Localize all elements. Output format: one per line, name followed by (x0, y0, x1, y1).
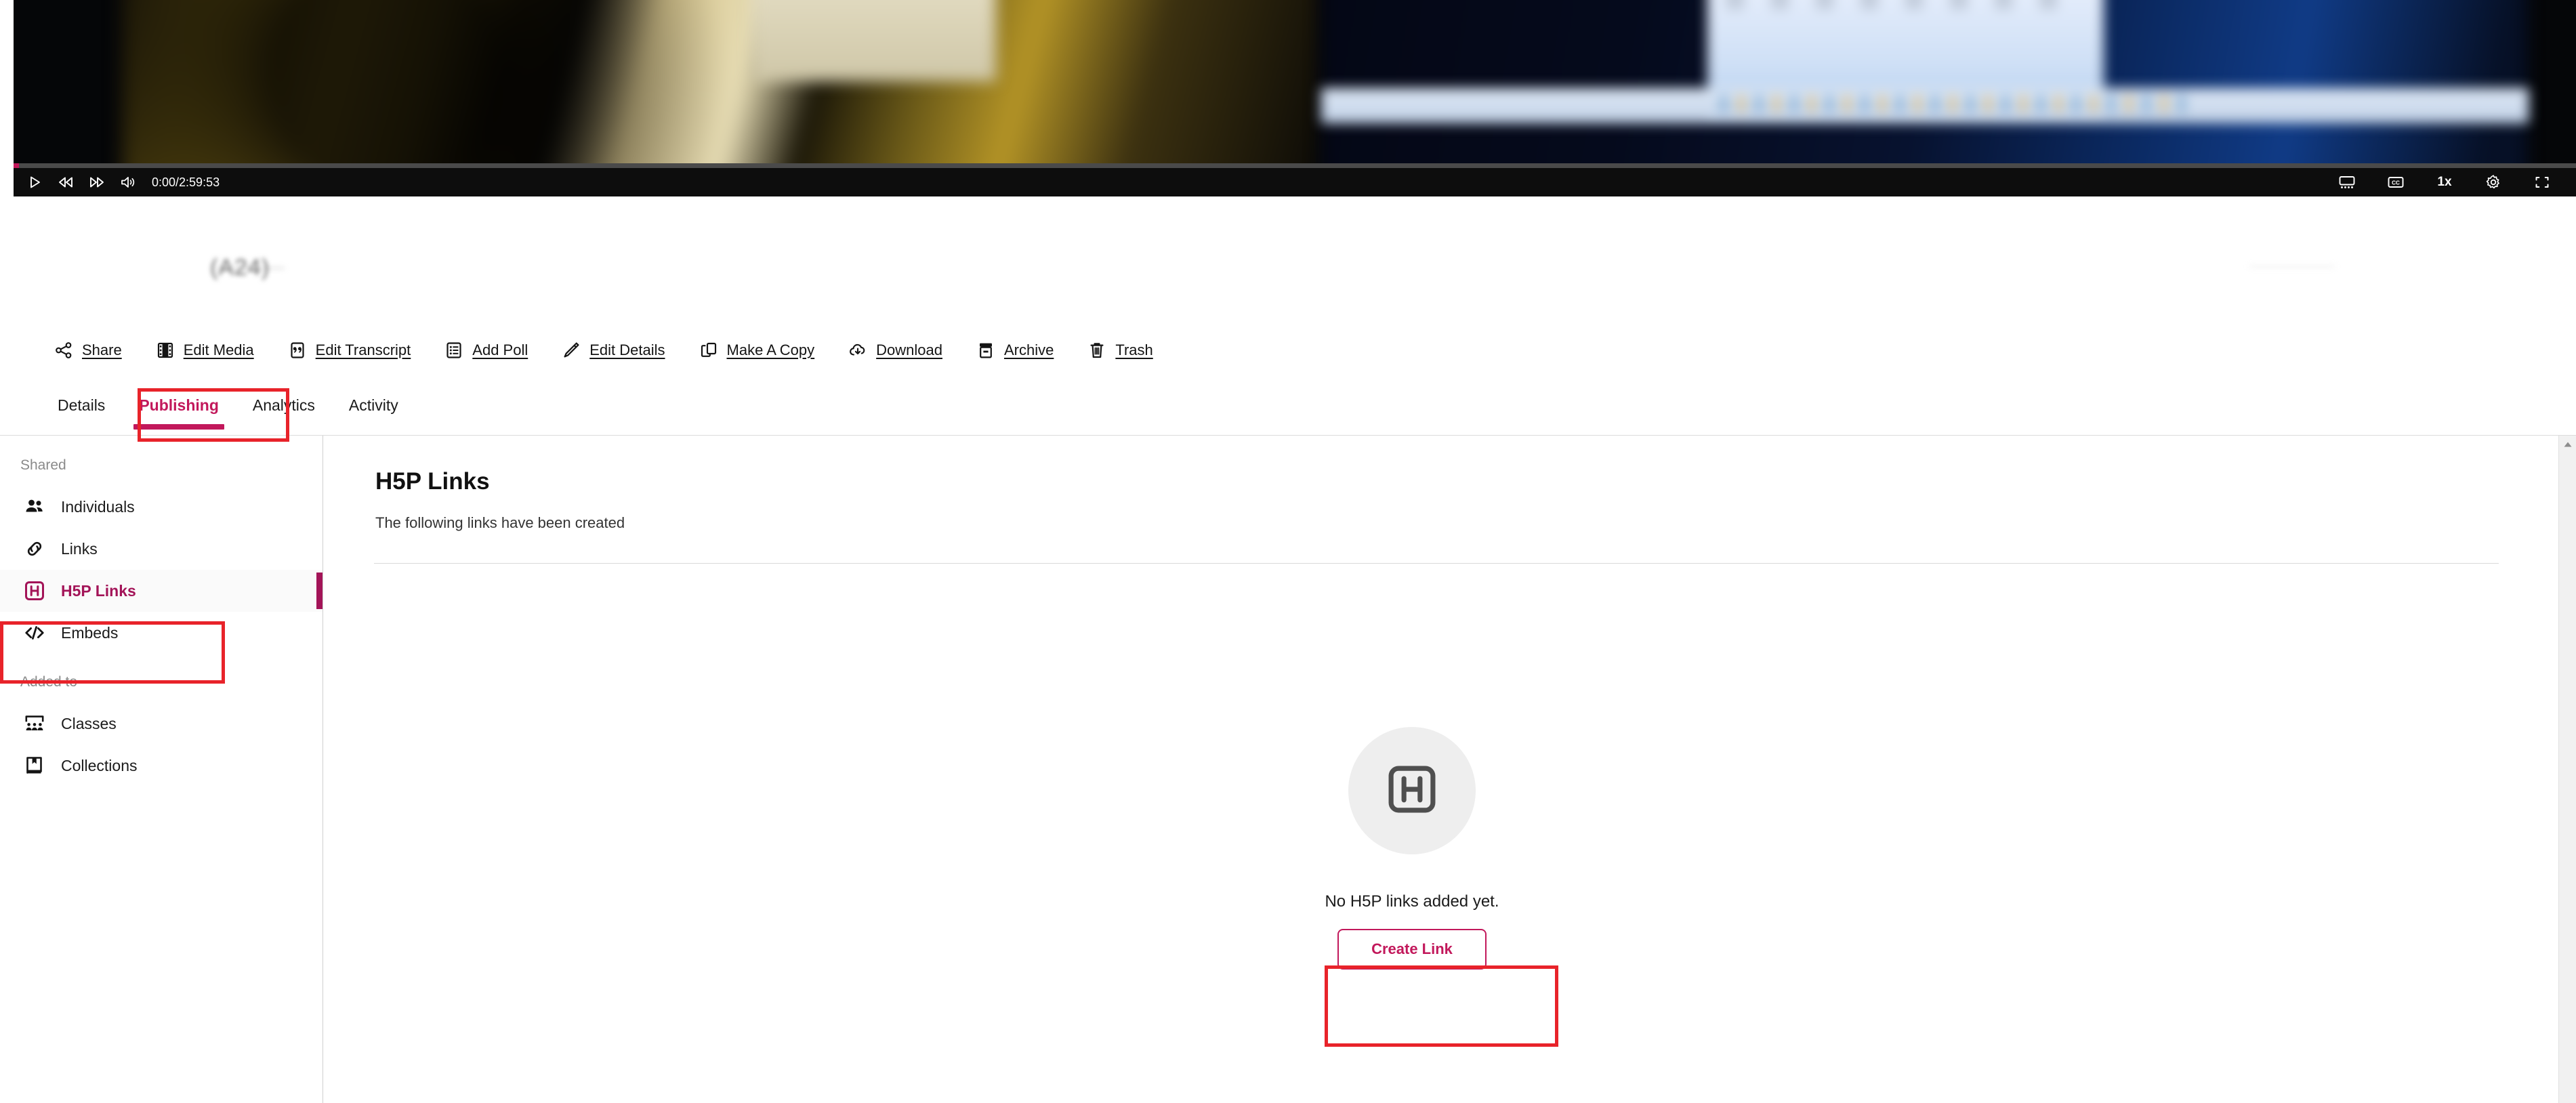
fast-forward-icon[interactable] (81, 168, 112, 196)
publishing-panel: Shared Individuals Links (0, 436, 2576, 1103)
pencil-icon (562, 341, 581, 360)
edit-transcript-label: Edit Transcript (316, 341, 411, 359)
tab-analytics[interactable]: Analytics (253, 390, 315, 430)
tab-publishing[interactable]: Publishing (139, 390, 219, 430)
video-scene-left (122, 0, 1321, 168)
cloud-download-icon (848, 341, 867, 360)
media-title-redacted-meta: ——————— (2249, 259, 2335, 273)
archive-label: Archive (1004, 341, 1054, 359)
video-progress-fill (14, 163, 19, 168)
sidebar-item-collections-label: Collections (61, 757, 138, 775)
play-icon[interactable] (19, 168, 50, 196)
book-bookmark-icon (23, 754, 46, 777)
video-controls-right: CC 1x (2323, 168, 2576, 196)
page-subtitle: The following links have been created (375, 514, 625, 532)
sidebar-item-h5p-links-label: H5P Links (61, 582, 136, 600)
share-button[interactable]: Share (54, 341, 122, 360)
empty-state: No H5P links added yet. Create Link (324, 727, 2500, 970)
quote-icon (288, 341, 307, 360)
video-player[interactable]: 0:00/2:59:53 CC 1x (14, 0, 2576, 196)
video-time-display: 0:00/2:59:53 (152, 175, 220, 190)
create-link-button[interactable]: Create Link (1337, 929, 1487, 970)
content-divider (374, 563, 2499, 564)
sidebar-item-classes[interactable]: Classes (0, 703, 323, 745)
page-title: H5P Links (375, 468, 490, 495)
publishing-sidebar: Shared Individuals Links (0, 436, 323, 1103)
add-poll-button[interactable]: Add Poll (444, 341, 528, 360)
sidebar-item-embeds-label: Embeds (61, 624, 118, 642)
classroom-icon (23, 712, 46, 735)
volume-icon[interactable] (112, 168, 144, 196)
video-controls-bar: 0:00/2:59:53 CC 1x (14, 168, 2576, 196)
video-scene-monitor (752, 0, 996, 81)
tab-activity[interactable]: Activity (349, 390, 398, 430)
download-button[interactable]: Download (848, 341, 942, 360)
add-poll-label: Add Poll (472, 341, 528, 359)
sidebar-group-shared-label: Shared (0, 436, 323, 474)
slides-icon[interactable] (2323, 168, 2371, 196)
h5p-icon (23, 579, 46, 602)
fullscreen-icon[interactable] (2518, 168, 2567, 196)
tab-bar: Details Publishing Analytics Activity (0, 390, 2576, 436)
sidebar-item-individuals-label: Individuals (61, 498, 135, 516)
make-a-copy-button[interactable]: Make A Copy (699, 341, 815, 360)
playback-speed-label: 1x (2437, 175, 2451, 190)
edit-media-label: Edit Media (184, 341, 254, 359)
download-label: Download (876, 341, 942, 359)
sidebar-group-added-label: Added to (0, 654, 323, 690)
playback-speed-button[interactable]: 1x (2420, 168, 2469, 196)
sidebar-item-embeds[interactable]: Embeds (0, 612, 323, 654)
video-progress-bar[interactable] (14, 163, 2576, 168)
video-frame[interactable] (14, 0, 2576, 168)
empty-state-message: No H5P links added yet. (1325, 892, 1499, 911)
people-icon (23, 495, 46, 518)
share-label: Share (82, 341, 122, 359)
h5p-links-content: H5P Links The following links have been … (324, 436, 2576, 1103)
sidebar-item-links-label: Links (61, 540, 98, 558)
edit-details-label: Edit Details (589, 341, 665, 359)
sidebar-item-h5p-links[interactable]: H5P Links (0, 570, 323, 612)
edit-details-button[interactable]: Edit Details (562, 341, 665, 360)
archive-icon (976, 341, 995, 360)
svg-text:CC: CC (2392, 180, 2400, 186)
rewind-icon[interactable] (50, 168, 81, 196)
action-toolbar: Share Edit Media Edit Transcrip (0, 331, 2576, 370)
list-icon (444, 341, 463, 360)
empty-state-icon-circle (1348, 727, 1476, 854)
copy-icon (699, 341, 718, 360)
trash-icon (1087, 341, 1106, 360)
closed-captions-icon[interactable]: CC (2371, 168, 2420, 196)
sidebar-item-collections[interactable]: Collections (0, 745, 323, 787)
h5p-icon (1384, 761, 1440, 821)
trash-button[interactable]: Trash (1087, 341, 1152, 360)
video-screenshare-taskbar (1321, 88, 2529, 123)
settings-gear-icon[interactable] (2469, 168, 2518, 196)
vertical-scrollbar[interactable] (2558, 436, 2576, 1103)
media-title: (A24) (210, 255, 270, 281)
tab-details[interactable]: Details (58, 390, 105, 430)
trash-label: Trash (1115, 341, 1152, 359)
sidebar-item-links[interactable]: Links (0, 528, 323, 570)
archive-button[interactable]: Archive (976, 341, 1054, 360)
film-strip-icon (156, 341, 175, 360)
make-a-copy-label: Make A Copy (727, 341, 815, 359)
media-title-row: ————— (A24) ——————— (0, 251, 2576, 298)
code-brackets-icon (23, 621, 46, 644)
sidebar-item-classes-label: Classes (61, 715, 117, 733)
edit-media-button[interactable]: Edit Media (156, 341, 254, 360)
chevron-up-icon[interactable] (2559, 436, 2576, 453)
sidebar-item-individuals[interactable]: Individuals (0, 486, 323, 528)
link-chain-icon (23, 537, 46, 560)
edit-transcript-button[interactable]: Edit Transcript (288, 341, 411, 360)
share-icon (54, 341, 73, 360)
